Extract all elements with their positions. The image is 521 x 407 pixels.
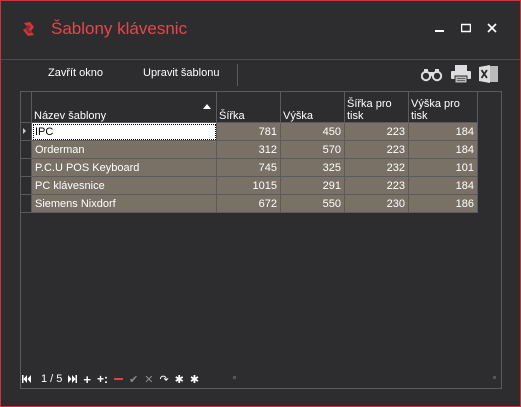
printer-icon[interactable]: [450, 64, 472, 84]
close-window-button[interactable]: Zavřít okno: [48, 67, 103, 79]
cell-print-width[interactable]: 223: [344, 140, 409, 159]
column-header-height[interactable]: Výška: [280, 92, 345, 123]
close-icon: [487, 23, 497, 33]
cell-name[interactable]: Orderman: [31, 140, 217, 159]
row-header-corner: [21, 92, 32, 123]
record-navigator: 1 / 5 + +: ✔ ✕ ↷ ✱ ✱: [22, 371, 500, 387]
cell-width[interactable]: 312: [216, 140, 281, 159]
cell-name[interactable]: Siemens Nixdorf: [31, 194, 217, 213]
scrollbar-left[interactable]: [233, 376, 236, 379]
scrollbar-right[interactable]: [493, 376, 496, 379]
templates-table: Název šablony Šířka Výška Šířka pro tisk…: [21, 92, 478, 213]
table-row[interactable]: PC klávesnice 1015 291 223 184: [21, 176, 478, 195]
toolbar-separator: [237, 64, 238, 86]
confirm-edit-button[interactable]: ✔: [129, 373, 138, 386]
delete-record-button[interactable]: [114, 375, 124, 383]
first-record-button[interactable]: [22, 375, 31, 383]
cell-name[interactable]: P.C.U POS Keyboard: [31, 158, 217, 177]
cell-print-height[interactable]: 184: [408, 122, 478, 141]
row-indicator[interactable]: [21, 140, 32, 159]
cell-width[interactable]: 672: [216, 194, 281, 213]
excel-icon[interactable]: [478, 64, 500, 84]
toolbar: Zavřít okno Upravit šablonu: [1, 59, 520, 88]
cell-height[interactable]: 550: [280, 194, 345, 213]
cell-width[interactable]: 745: [216, 158, 281, 177]
clear-filter-button[interactable]: ✱: [190, 373, 199, 386]
row-indicator[interactable]: [21, 194, 32, 213]
cell-name[interactable]: PC klávesnice: [31, 176, 217, 195]
column-header-label: Šířka pro tisk: [347, 98, 392, 122]
cell-print-height[interactable]: 101: [408, 158, 478, 177]
column-header-print-height[interactable]: Výška pro tisk: [408, 92, 478, 123]
table-row[interactable]: Orderman 312 570 223 184: [21, 140, 478, 159]
table-row[interactable]: P.C.U POS Keyboard 745 325 232 101: [21, 158, 478, 177]
templates-grid: Název šablony Šířka Výška Šířka pro tisk…: [20, 91, 502, 389]
cell-print-height[interactable]: 186: [408, 194, 478, 213]
cell-name[interactable]: IPC: [31, 122, 217, 141]
title-bar: Šablony klávesnic: [1, 1, 520, 59]
close-button[interactable]: [483, 19, 501, 37]
cell-print-height[interactable]: 184: [408, 176, 478, 195]
edit-template-button[interactable]: Upravit šablonu: [143, 67, 219, 79]
insert-record-button[interactable]: +:: [97, 372, 108, 386]
cell-print-height[interactable]: 184: [408, 140, 478, 159]
column-header-label: Šířka: [219, 110, 245, 122]
row-indicator[interactable]: [21, 158, 32, 177]
cell-print-width[interactable]: 230: [344, 194, 409, 213]
app-logo-icon: [23, 22, 34, 36]
table-row[interactable]: Siemens Nixdorf 672 550 230 186: [21, 194, 478, 213]
binoculars-icon[interactable]: [421, 64, 443, 84]
minimize-icon: [435, 30, 444, 32]
column-header-name[interactable]: Název šablony: [31, 92, 217, 123]
minimize-button[interactable]: [431, 19, 449, 37]
last-record-button[interactable]: [68, 375, 78, 383]
cancel-edit-button[interactable]: ✕: [144, 373, 153, 386]
cell-height[interactable]: 325: [280, 158, 345, 177]
cell-width[interactable]: 1015: [216, 176, 281, 195]
add-record-button[interactable]: +: [83, 372, 91, 387]
record-position: 1 / 5: [41, 373, 63, 385]
cell-print-width[interactable]: 232: [344, 158, 409, 177]
last-record-icon: [68, 375, 78, 383]
cell-height[interactable]: 450: [280, 122, 345, 141]
row-indicator[interactable]: [21, 176, 32, 195]
column-header-width[interactable]: Šířka: [216, 92, 281, 123]
cell-print-width[interactable]: 223: [344, 176, 409, 195]
cell-print-width[interactable]: 223: [344, 122, 409, 141]
row-indicator[interactable]: [21, 122, 32, 141]
column-header-print-width[interactable]: Šířka pro tisk: [344, 92, 409, 123]
cell-height[interactable]: 570: [280, 140, 345, 159]
column-header-label: Název šablony: [34, 110, 107, 122]
column-header-label: Výška: [283, 110, 313, 122]
current-row-icon: [23, 128, 26, 134]
table-row[interactable]: IPC 781 450 223 184: [21, 122, 478, 141]
sort-ascending-icon: [203, 104, 211, 109]
first-record-icon: [22, 375, 31, 383]
cell-width[interactable]: 781: [216, 122, 281, 141]
maximize-icon: [461, 23, 471, 33]
delete-icon: [114, 378, 124, 380]
filter-button[interactable]: ✱: [175, 373, 184, 386]
cell-height[interactable]: 291: [280, 176, 345, 195]
maximize-button[interactable]: [457, 19, 475, 37]
header-row: Název šablony Šířka Výška Šířka pro tisk…: [21, 92, 478, 123]
refresh-button[interactable]: ↷: [159, 373, 168, 386]
window: Šablony klávesnic Zavřít okno Upravit ša…: [0, 0, 521, 407]
column-header-label: Výška pro tisk: [411, 98, 460, 122]
window-title: Šablony klávesnic: [51, 19, 188, 38]
